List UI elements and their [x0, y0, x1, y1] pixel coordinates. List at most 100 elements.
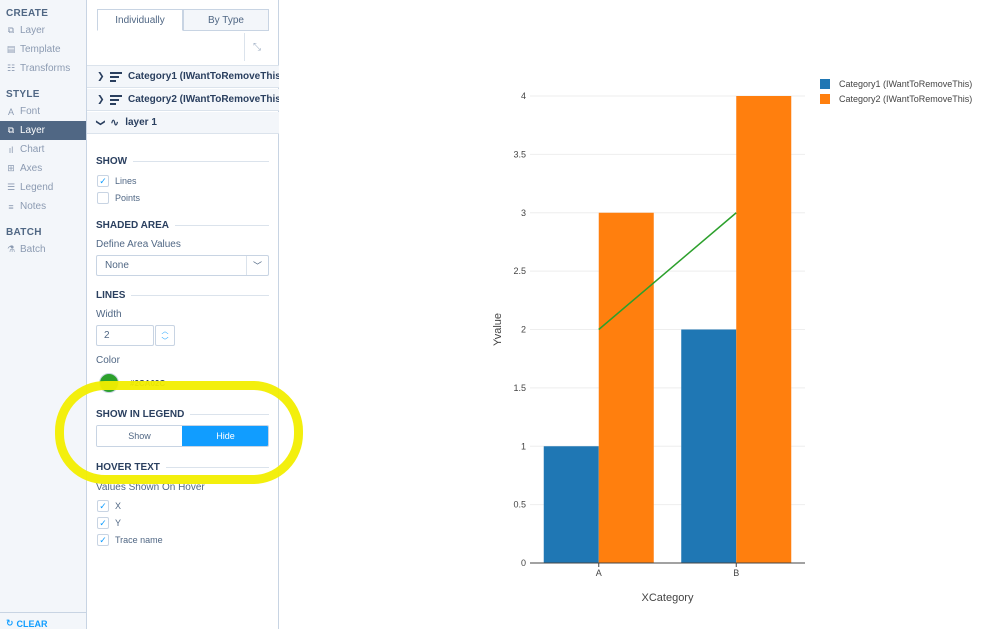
tab-by-type[interactable]: By Type: [183, 9, 269, 31]
y-tick-label: 1.5: [513, 383, 526, 393]
define-area-dropdown[interactable]: None ﹀: [96, 255, 269, 276]
color-hex-value[interactable]: #2CA02C: [130, 379, 165, 388]
color-swatch[interactable]: [99, 373, 119, 393]
bar-trace-icon: [110, 71, 122, 82]
chevron-down-icon: ❯: [96, 119, 106, 127]
sidebar-item-layer[interactable]: ⧉ Layer: [0, 121, 86, 140]
transforms-icon: ☷: [6, 63, 16, 73]
plot-area: 0 0.5 1 1.5 2 2.5 3 3.5 4 A B XCategory Yvalue Categ…: [280, 0, 999, 629]
legend-item-category1[interactable]: Category1 (IWantToRemoveThis): [820, 76, 972, 91]
y-tick-label: 1: [521, 441, 526, 451]
chart-legend: Category1 (IWantToRemoveThis) Category2 …: [820, 76, 972, 106]
width-input[interactable]: 2: [96, 325, 154, 346]
left-nav: CREATE ⧉ Layer ▤ Template ☷ Transforms STYLE …: [0, 0, 87, 629]
section-title: SHADED AREA: [96, 220, 169, 231]
font-icon: A: [7, 106, 14, 117]
checkbox-label: Points: [115, 193, 141, 203]
trace-row-layer1[interactable]: ❯ ∿ layer 1: [87, 112, 279, 134]
y-tick-label: 0.5: [513, 500, 526, 510]
section-show: SHOW: [96, 156, 269, 167]
nav-section-style: STYLE: [6, 89, 40, 100]
y-tick-label: 3.5: [513, 149, 526, 159]
dropdown-value: None: [105, 260, 129, 271]
legend-icon: ☰: [6, 182, 16, 192]
nav-section-batch: BATCH: [6, 227, 42, 238]
y-tick-label: 2.5: [513, 266, 526, 276]
line-trace-icon: ∿: [110, 117, 120, 129]
checkbox-points[interactable]: Points: [97, 192, 140, 204]
sidebar-item-label: Batch: [20, 244, 46, 255]
checkbox-label: Lines: [115, 176, 137, 186]
bar-1-1: [736, 96, 792, 563]
bar-0-0: [543, 446, 599, 563]
sidebar-item-label: Layer: [20, 25, 46, 36]
collapse-all-button[interactable]: ⤡: [244, 33, 269, 61]
y-tick-label: 0: [521, 558, 526, 568]
sidebar-item-label: Template: [20, 44, 61, 55]
section-shaded-area: SHADED AREA: [96, 220, 269, 231]
chevron-right-icon: ❯: [97, 71, 105, 81]
trace-label: Category2 (IWantToRemoveThis): [128, 94, 279, 105]
section-hover-text: HOVER TEXT: [96, 462, 269, 473]
sidebar-item-label: Legend: [20, 182, 54, 193]
decrement-icon[interactable]: ﹀: [156, 336, 174, 346]
checkbox-hover-trace[interactable]: ✓ Trace name: [97, 534, 163, 546]
legend-swatch: [820, 78, 830, 89]
hover-values-label: Values Shown On Hover: [96, 482, 205, 493]
x-axis-title: XCategory: [642, 592, 694, 604]
sidebar-item-font[interactable]: A Font: [0, 102, 86, 121]
sidebar-item-label: Chart: [20, 144, 45, 155]
y-tick-label: 2: [521, 325, 526, 335]
sidebar-item-label: Transforms: [20, 63, 71, 74]
width-label: Width: [96, 309, 122, 320]
sidebar-item-label: Font: [20, 106, 41, 117]
section-title: HOVER TEXT: [96, 462, 160, 473]
layers-icon: ⧉: [7, 125, 15, 135]
sidebar-item-transforms[interactable]: ☷ Transforms: [0, 59, 86, 78]
nav-divider: [0, 612, 86, 613]
chevron-right-icon: ❯: [97, 94, 105, 104]
section-title: SHOW: [96, 156, 128, 167]
sidebar-item-label: Notes: [20, 201, 47, 212]
sidebar-item-batch[interactable]: ⚗ Batch: [0, 240, 86, 259]
section-show-in-legend: SHOW IN LEGEND: [96, 409, 269, 420]
trace-label: layer 1: [125, 117, 157, 128]
clear-button[interactable]: ↻ CLEAR: [6, 618, 48, 629]
increment-icon[interactable]: ︿: [156, 326, 174, 336]
axes-icon: ⊞: [7, 163, 15, 173]
bar-1-0: [598, 212, 654, 563]
width-stepper[interactable]: ︿ ﹀: [155, 325, 175, 346]
checkbox-lines[interactable]: ✓ Lines: [97, 175, 137, 187]
sidebar-item-template[interactable]: ▤ Template: [0, 40, 86, 59]
legend-label: Category1 (IWantToRemoveThis): [839, 78, 973, 89]
trace-row-category1[interactable]: ❯ Category1 (IWantToRemoveThis): [87, 66, 279, 88]
sidebar-item-label: Layer: [20, 125, 46, 136]
checkbox-hover-y[interactable]: ✓ Y: [97, 517, 121, 529]
checkbox-empty: [97, 192, 109, 204]
bar-0-1: [681, 329, 737, 563]
color-label: Color: [96, 355, 120, 366]
nav-section-create: CREATE: [6, 8, 49, 19]
legend-item-category2[interactable]: Category2 (IWantToRemoveThis): [820, 91, 972, 106]
clear-label: CLEAR: [16, 618, 48, 629]
checkbox-label: Trace name: [115, 535, 163, 545]
sidebar-item-label: Axes: [20, 163, 43, 174]
sidebar-item-chart[interactable]: ıl Chart: [0, 140, 86, 159]
trace-label: Category1 (IWantToRemoveThis): [128, 71, 279, 82]
collapse-icon: ⤡: [253, 41, 261, 53]
trace-row-category2[interactable]: ❯ Category2 (IWantToRemoveThis): [87, 89, 279, 111]
sidebar-item-axes[interactable]: ⊞ Axes: [0, 159, 86, 178]
sidebar-item-notes[interactable]: ≡ Notes: [0, 197, 86, 216]
template-icon: ▤: [6, 44, 16, 54]
checkbox-hover-x[interactable]: ✓ X: [97, 500, 121, 512]
refresh-icon: ↻: [6, 618, 14, 628]
style-panel: Individually By Type ⤡ ❯ Category1 (IWan…: [87, 0, 279, 629]
legend-hide-option[interactable]: Hide: [182, 426, 268, 446]
sidebar-item-legend[interactable]: ☰ Legend: [0, 178, 86, 197]
x-tick-label: A: [596, 568, 602, 578]
tab-individually[interactable]: Individually: [97, 9, 183, 31]
sidebar-item-layer[interactable]: ⧉ Layer: [0, 21, 86, 40]
check-icon: ✓: [97, 534, 109, 546]
panel-tabs: Individually By Type: [97, 9, 269, 31]
legend-show-option[interactable]: Show: [97, 426, 182, 446]
